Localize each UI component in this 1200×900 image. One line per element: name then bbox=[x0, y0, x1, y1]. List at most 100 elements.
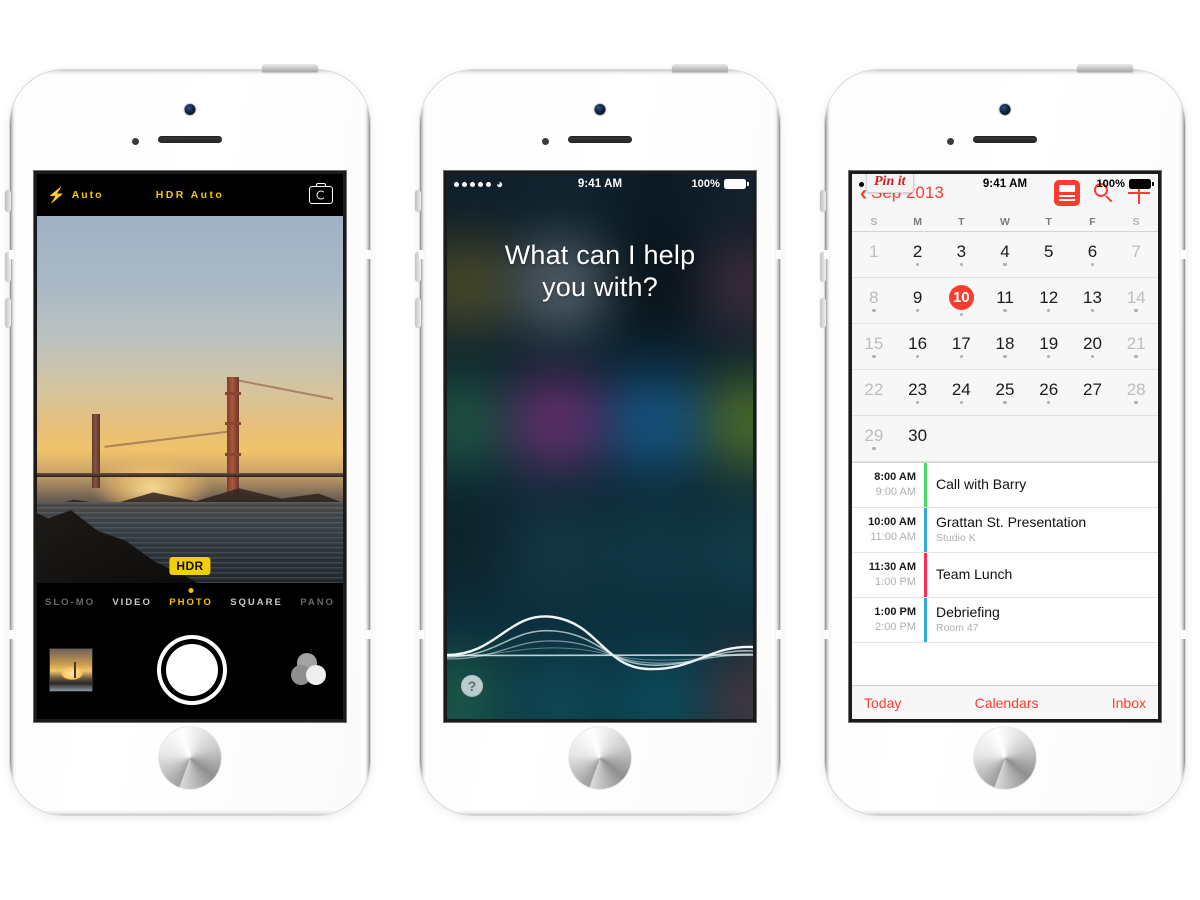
tab-calendars[interactable]: Calendars bbox=[975, 695, 1039, 711]
calendar-day-number: 22 bbox=[864, 379, 884, 399]
weekday-label: T bbox=[958, 215, 965, 228]
camera-mode-photo[interactable]: PHOTO bbox=[169, 597, 213, 608]
calendar-day-29[interactable]: 29 bbox=[852, 416, 896, 461]
event-dot bbox=[872, 308, 876, 313]
camera-mode-selector[interactable]: SLO-MO VIDEO PHOTO SQUARE PANO bbox=[37, 583, 343, 621]
pin-it-button[interactable]: Pin it bbox=[866, 174, 914, 193]
event-title: Debriefing bbox=[936, 604, 1000, 621]
power-button[interactable] bbox=[1077, 64, 1133, 72]
calendar-day-19[interactable]: 19 bbox=[1027, 324, 1071, 369]
calendar-day-30[interactable]: 30 bbox=[896, 416, 940, 461]
calendar-week-row: 8 9 10 11 12 13 14 bbox=[852, 278, 1158, 324]
event-row[interactable]: 8:00 AM 9:00 AM Call with Barry bbox=[852, 463, 1158, 508]
calendar-day-25[interactable]: 25 bbox=[983, 370, 1027, 415]
event-dot bbox=[959, 262, 964, 267]
calendar-day-16[interactable]: 16 bbox=[896, 324, 940, 369]
mute-switch[interactable] bbox=[820, 190, 826, 212]
event-title: Team Lunch bbox=[936, 566, 1013, 583]
power-button[interactable] bbox=[262, 64, 318, 72]
camera-mode-video[interactable]: VIDEO bbox=[112, 597, 152, 608]
calendar-day-24[interactable]: 24 bbox=[939, 370, 983, 415]
camera-mode-square[interactable]: SQUARE bbox=[230, 597, 283, 608]
shutter-button[interactable] bbox=[161, 639, 223, 701]
calendar-day-number: 21 bbox=[1126, 333, 1146, 353]
calendar-day-number: 5 bbox=[1044, 241, 1054, 261]
calendar-day-28[interactable]: 28 bbox=[1114, 370, 1158, 415]
event-dot bbox=[1134, 354, 1138, 359]
event-dot bbox=[915, 400, 920, 405]
calendar-day-27[interactable]: 27 bbox=[1071, 370, 1115, 415]
calendar-day-6[interactable]: 6 bbox=[1071, 232, 1115, 277]
event-row[interactable]: 10:00 AM 11:00 AM Grattan St. Presentation… bbox=[852, 508, 1158, 553]
event-body: Call with Barry bbox=[927, 463, 1158, 507]
camera-mode-pano[interactable]: PANO bbox=[300, 597, 335, 608]
antenna-break bbox=[1181, 250, 1186, 259]
iphone-camera: ⚡ Auto HDR Auto HDR SLO-MO VIDEO PHOTO S… bbox=[5, 64, 371, 815]
calendar-day-empty bbox=[1027, 416, 1071, 461]
calendar-day-18[interactable]: 18 bbox=[983, 324, 1027, 369]
event-dot bbox=[959, 354, 964, 359]
calendar-day-7[interactable]: 7 bbox=[1114, 232, 1158, 277]
event-dot bbox=[1003, 308, 1007, 313]
volume-down-button[interactable] bbox=[415, 298, 421, 328]
home-button[interactable] bbox=[569, 727, 631, 789]
antenna-break bbox=[366, 250, 371, 259]
calendar-day-17[interactable]: 17 bbox=[939, 324, 983, 369]
power-button[interactable] bbox=[672, 64, 728, 72]
antenna-break bbox=[776, 250, 781, 259]
calendar-day-2[interactable]: 2 bbox=[896, 232, 940, 277]
calendar-day-number: 3 bbox=[956, 241, 967, 261]
event-row[interactable]: 11:30 AM 1:00 PM Team Lunch bbox=[852, 553, 1158, 598]
filters-button[interactable] bbox=[291, 653, 331, 687]
event-time: 10:00 AM 11:00 AM bbox=[852, 508, 924, 552]
hdr-button[interactable]: HDR Auto bbox=[37, 189, 343, 201]
calendar-day-21[interactable]: 21 bbox=[1114, 324, 1158, 369]
volume-down-button[interactable] bbox=[5, 298, 11, 328]
calendar-day-26[interactable]: 26 bbox=[1027, 370, 1071, 415]
calendar-day-3[interactable]: 3 bbox=[939, 232, 983, 277]
home-button[interactable] bbox=[974, 727, 1036, 789]
event-title: Call with Barry bbox=[936, 476, 1027, 493]
siri-screen: ◕ 9:41 AM 100% What can I help you with? bbox=[447, 174, 753, 719]
calendar-day-23[interactable]: 23 bbox=[896, 370, 940, 415]
camera-viewfinder[interactable]: HDR bbox=[37, 216, 343, 583]
front-camera-icon bbox=[184, 104, 196, 115]
earpiece-speaker bbox=[973, 136, 1037, 143]
calendar-day-1[interactable]: 1 bbox=[852, 232, 896, 277]
calendar-day-13[interactable]: 13 bbox=[1071, 278, 1115, 323]
calendar-day-12[interactable]: 12 bbox=[1027, 278, 1071, 323]
calendar-day-4[interactable]: 4 bbox=[983, 232, 1027, 277]
tab-today[interactable]: Today bbox=[864, 695, 901, 711]
siri-prompt-line-2: you with? bbox=[542, 271, 658, 302]
battery-icon bbox=[724, 179, 749, 189]
last-photo-thumbnail[interactable] bbox=[49, 648, 93, 692]
calendar-day-11[interactable]: 11 bbox=[983, 278, 1027, 323]
volume-down-button[interactable] bbox=[820, 298, 826, 328]
camera-mode-slomo[interactable]: SLO-MO bbox=[45, 597, 95, 608]
event-list[interactable]: 8:00 AM 9:00 AM Call with Barry 10:00 AM 11:… bbox=[852, 462, 1158, 685]
event-row[interactable]: 1:00 PM 2:00 PM Debriefing Room 47 bbox=[852, 598, 1158, 643]
calendar-day-8[interactable]: 8 bbox=[852, 278, 896, 323]
weekday-header: S M T W T F S bbox=[852, 212, 1158, 232]
mute-switch[interactable] bbox=[5, 190, 11, 212]
camera-flip-icon[interactable] bbox=[309, 182, 333, 204]
calendar-month-grid[interactable]: 1 2 3 4 5 6 7 8 9 10 11 12 13 14 15 16 17 18 19 20 21 22 23 24 2… bbox=[852, 232, 1158, 462]
siri-help-button[interactable]: ? bbox=[461, 675, 483, 697]
calendar-day-22[interactable]: 22 bbox=[852, 370, 896, 415]
calendar-day-number: 11 bbox=[996, 287, 1014, 307]
calendar-app: ◕ 9:41 AM 100% Pin it ‹ Sep 2013 bbox=[852, 174, 1158, 719]
tab-inbox[interactable]: Inbox bbox=[1112, 695, 1146, 711]
mute-switch[interactable] bbox=[415, 190, 421, 212]
earpiece-speaker bbox=[158, 136, 222, 143]
front-camera-icon bbox=[999, 104, 1011, 115]
calendar-day-15[interactable]: 15 bbox=[852, 324, 896, 369]
calendar-day-empty bbox=[939, 416, 983, 461]
calendar-day-20[interactable]: 20 bbox=[1071, 324, 1115, 369]
event-start-time: 11:30 AM bbox=[868, 561, 916, 574]
calendar-day-10[interactable]: 10 bbox=[939, 278, 983, 323]
event-dot bbox=[1090, 308, 1095, 313]
home-button[interactable] bbox=[159, 727, 221, 789]
calendar-day-9[interactable]: 9 bbox=[896, 278, 940, 323]
calendar-day-14[interactable]: 14 bbox=[1114, 278, 1158, 323]
calendar-day-5[interactable]: 5 bbox=[1027, 232, 1071, 277]
